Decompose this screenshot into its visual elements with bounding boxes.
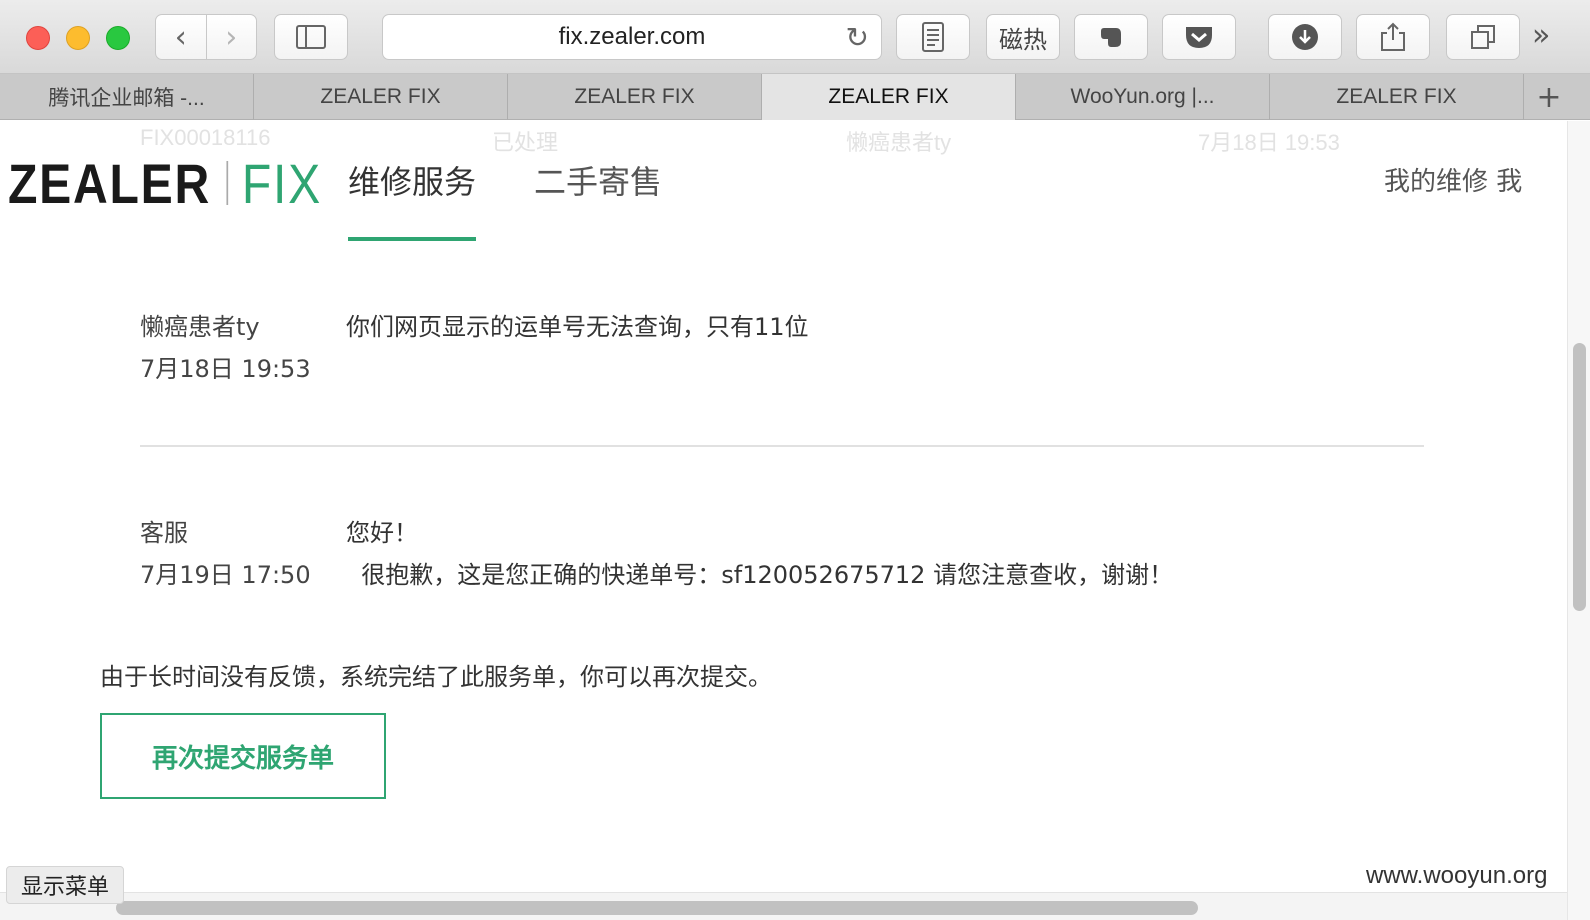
chevron-right-icon: › — [225, 19, 238, 55]
back-button[interactable]: ‹ — [156, 15, 206, 59]
horizontal-scrollbar[interactable] — [0, 892, 1567, 920]
ghost-order-id: FIX00018116 — [140, 125, 271, 150]
main-nav: 维修服务 二手寄售 — [348, 157, 662, 241]
ghost-status: 已处理 — [492, 130, 559, 155]
browser-tab[interactable]: 腾讯企业邮箱 -... — [0, 74, 254, 120]
forward-button[interactable]: › — [205, 15, 257, 59]
message-author: 懒癌患者ty — [140, 313, 260, 341]
reader-button[interactable] — [896, 14, 970, 60]
resubmit-order-button[interactable]: 再次提交服务单 — [100, 713, 386, 799]
logo-main-text: ZEALER — [8, 151, 211, 215]
browser-toolbar: ‹ › fix.zealer.com ↻ 磁热 » — [0, 0, 1590, 74]
share-icon — [1381, 22, 1405, 51]
share-button[interactable] — [1356, 14, 1430, 60]
url-text: fix.zealer.com — [558, 23, 706, 50]
tab-bar: 腾讯企业邮箱 -... ZEALER FIX ZEALER FIX ZEALER… — [0, 74, 1590, 120]
ghost-time: 7月18日 19:53 — [1198, 130, 1340, 155]
nav-secondhand-sale[interactable]: 二手寄售 — [534, 157, 662, 241]
message-text: 您好！ — [346, 519, 418, 547]
nav-repair-service[interactable]: 维修服务 — [348, 157, 477, 241]
reload-icon[interactable]: ↻ — [846, 21, 869, 54]
ghost-user: 懒癌患者ty — [846, 130, 952, 155]
plus-icon: + — [1536, 79, 1562, 115]
message-time: 7月18日 19:53 — [140, 355, 311, 383]
downloads-button[interactable] — [1268, 14, 1342, 60]
logo-separator — [226, 161, 229, 205]
new-tab-button[interactable]: + — [1524, 74, 1574, 120]
extension-label: 磁热 — [999, 25, 1047, 54]
tabs-icon — [1471, 25, 1495, 49]
horizontal-scroll-thumb[interactable] — [116, 901, 1198, 915]
browser-tab-active[interactable]: ZEALER FIX — [762, 74, 1016, 120]
download-icon — [1292, 24, 1318, 50]
minimize-window-button[interactable] — [66, 26, 90, 50]
sidebar-button[interactable] — [274, 14, 348, 60]
reader-icon — [922, 22, 944, 52]
page-content: FIX00018116 已处理 懒癌患者ty 7月18日 19:53 ZEALE… — [0, 121, 1590, 920]
browser-tab[interactable]: ZEALER FIX — [254, 74, 508, 120]
nav-my-repairs[interactable]: 我的维修 我 — [1384, 161, 1564, 198]
message-author: 客服 — [140, 519, 188, 547]
show-menu-button[interactable]: 显示菜单 — [6, 866, 124, 904]
site-logo[interactable]: ZEALER FIX — [8, 152, 322, 215]
extension-button[interactable]: 磁热 — [986, 14, 1060, 60]
closure-notice: 由于长时间没有反馈，系统完结了此服务单，你可以再次提交。 — [100, 663, 772, 691]
close-window-button[interactable] — [26, 26, 50, 50]
pocket-button[interactable] — [1162, 14, 1236, 60]
pocket-icon — [1186, 27, 1212, 48]
message-divider — [140, 445, 1424, 447]
logo-accent-text: FIX — [241, 151, 323, 215]
vertical-scrollbar[interactable] — [1567, 121, 1590, 920]
message-text: 你们网页显示的运单号无法查询，只有11位 — [346, 313, 809, 341]
browser-tab[interactable]: WooYun.org |... — [1016, 74, 1270, 120]
browser-tab[interactable]: ZEALER FIX — [508, 74, 762, 120]
watermark-text: www.wooyun.org — [1366, 862, 1548, 889]
sidebar-icon — [296, 25, 326, 49]
vertical-scroll-thumb[interactable] — [1573, 343, 1586, 611]
history-nav: ‹ › — [155, 14, 257, 60]
address-bar[interactable]: fix.zealer.com ↻ — [382, 14, 882, 60]
elephant-icon — [1101, 28, 1121, 47]
zoom-window-button[interactable] — [106, 26, 130, 50]
chevron-double-right-icon[interactable]: » — [1532, 18, 1550, 53]
tab-overview-button[interactable] — [1446, 14, 1520, 60]
chevron-left-icon: ‹ — [174, 19, 187, 55]
message-time: 7月19日 17:50 — [140, 561, 311, 589]
evernote-button[interactable] — [1074, 14, 1148, 60]
browser-tab[interactable]: ZEALER FIX — [1270, 74, 1524, 120]
message-text-line2: 很抱歉，这是您正确的快递单号：sf120052675712 请您注意查收，谢谢！ — [346, 561, 1174, 589]
